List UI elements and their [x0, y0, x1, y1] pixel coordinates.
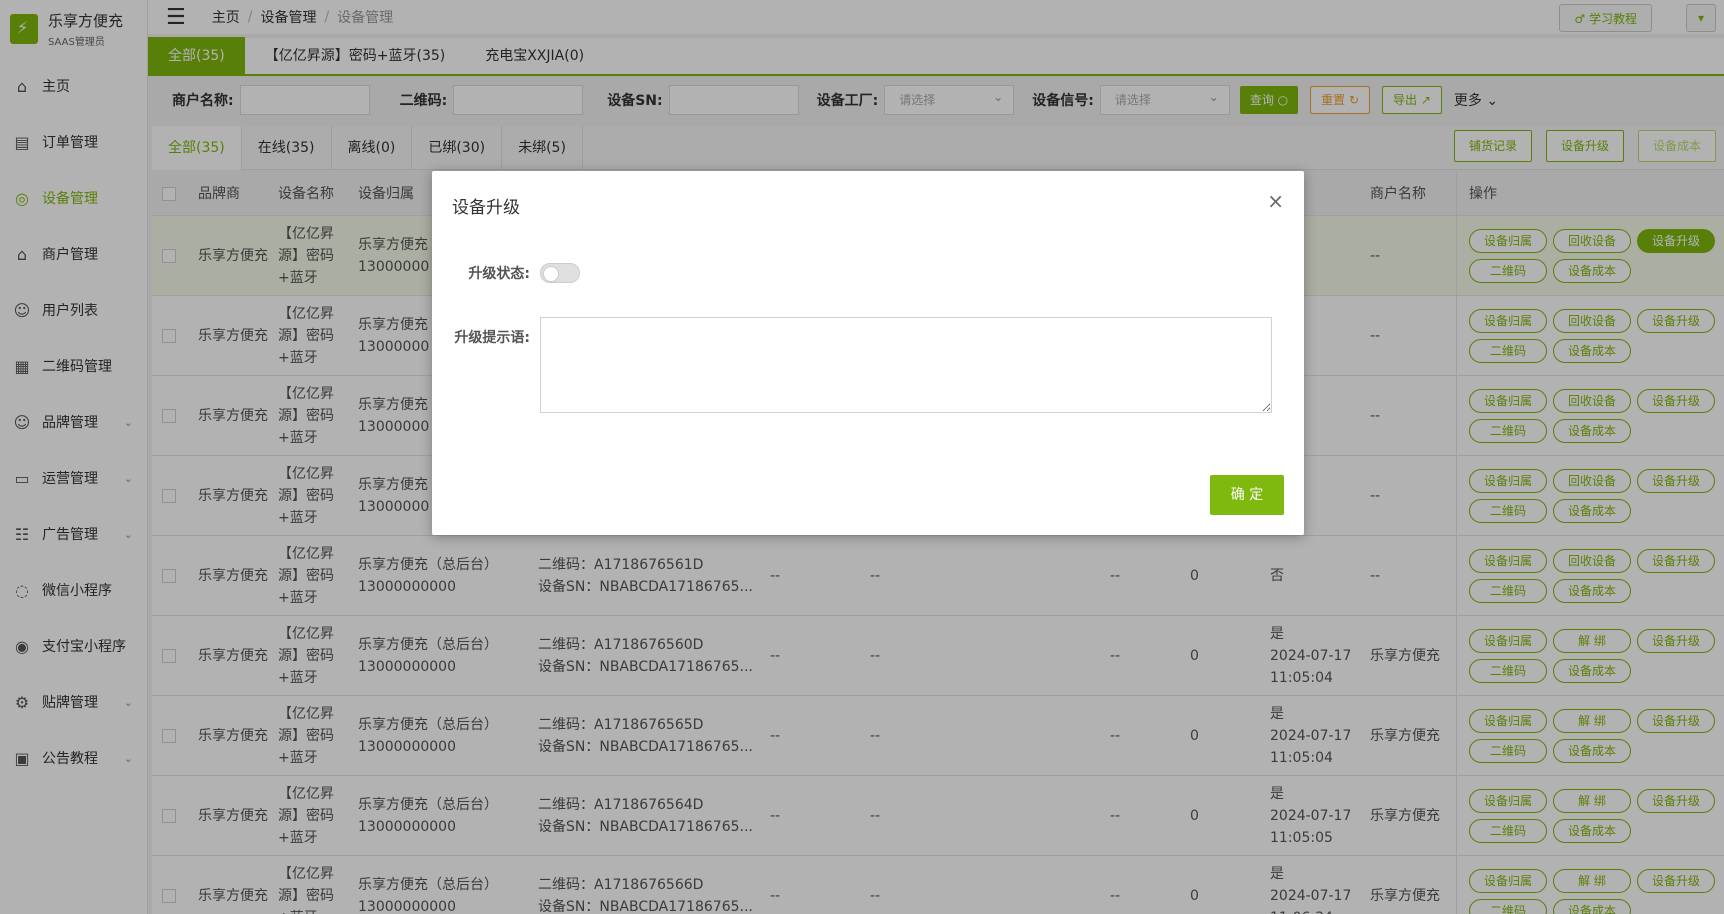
upgrade-tip-label: 升级提示语:: [454, 330, 530, 346]
upgrade-status-label: 升级状态:: [468, 266, 530, 282]
upgrade-status-toggle[interactable]: [540, 263, 580, 283]
modal-title: 设备升级: [452, 198, 520, 218]
close-icon[interactable]: ×: [1267, 189, 1284, 213]
confirm-button[interactable]: 确 定: [1210, 475, 1284, 515]
upgrade-modal: 设备升级 × 升级状态: 升级提示语: 确 定: [432, 171, 1304, 535]
upgrade-tip-textarea[interactable]: [540, 317, 1272, 413]
